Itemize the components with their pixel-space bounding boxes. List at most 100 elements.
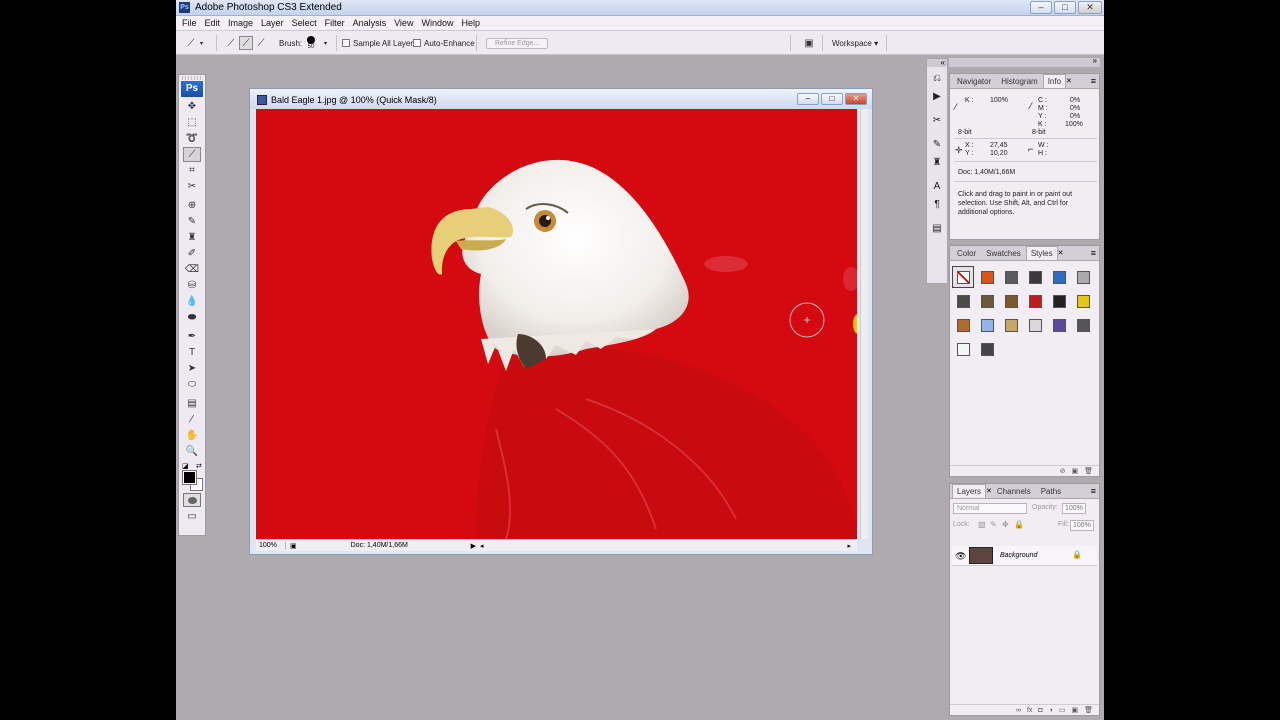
dock-header[interactable]: » [949,56,1100,67]
workspace-menu[interactable]: Workspace ▾ [832,39,878,48]
tab-paths[interactable]: Paths [1036,484,1066,498]
layer-visibility-eye-icon[interactable]: 👁 [955,551,966,562]
style-swatch[interactable] [1072,290,1094,312]
vertical-scrollbar[interactable] [860,109,868,539]
tool-preset-picker-icon[interactable]: ⟋ [184,36,198,50]
notes-tool-icon[interactable]: ▤ [183,396,201,411]
eraser-tool-icon[interactable]: ⌫ [183,262,201,277]
menu-file[interactable]: File [178,18,201,28]
brush-picker[interactable]: 50 [307,31,315,55]
lock-image-icon[interactable]: ✎ [990,520,997,529]
history-panel-icon[interactable]: ⎌ [929,71,945,85]
refine-edge-button[interactable]: Refine Edge... [486,37,549,49]
clone-source-panel-icon[interactable]: ♜ [929,155,945,169]
type-tool-icon[interactable]: T [183,345,201,360]
marquee-tool-icon[interactable]: ⬚ [183,115,201,130]
image-canvas[interactable] [256,109,857,539]
style-swatch[interactable] [976,266,998,288]
panel-menu-icon[interactable]: ≡ [1091,486,1096,496]
style-swatch[interactable] [1048,314,1070,336]
style-swatch[interactable] [1048,266,1070,288]
lasso-tool-icon[interactable]: ➰ [183,131,201,146]
style-swatch[interactable] [976,338,998,360]
brush-tool-icon[interactable]: ✎ [183,214,201,229]
style-swatch[interactable] [1072,266,1094,288]
paragraph-panel-icon[interactable]: ¶ [929,197,945,211]
path-selection-tool-icon[interactable]: ➤ [183,361,201,376]
swap-colors-icon[interactable]: ⇄ [196,462,202,470]
default-colors-icon[interactable]: ◪ [182,462,189,470]
brushes-panel-icon[interactable]: ✎ [929,137,945,151]
auto-enhance-checkbox[interactable] [413,39,421,47]
clear-style-icon[interactable]: ⊘ [1060,467,1066,475]
style-swatch[interactable] [1072,314,1094,336]
panel-menu-icon[interactable]: ≡ [1091,248,1096,258]
healing-brush-tool-icon[interactable]: ⊕ [183,198,201,213]
zoom-tool-icon[interactable]: 🔍 [183,444,201,459]
menu-help[interactable]: Help [457,18,484,28]
quick-mask-mode-icon[interactable] [183,493,201,507]
new-layer-icon[interactable]: ▣ [1071,706,1078,714]
link-layers-icon[interactable]: ∞ [1016,707,1021,714]
style-swatch[interactable] [1024,290,1046,312]
menu-view[interactable]: View [390,18,417,28]
style-swatch[interactable] [952,338,974,360]
add-to-selection-icon[interactable]: ⟋ [239,36,253,50]
layer-mask-icon[interactable]: ◘ [1038,707,1042,714]
style-swatch[interactable] [976,290,998,312]
style-swatch[interactable] [952,266,974,288]
doc-close-button[interactable]: ✕ [845,93,867,105]
close-button[interactable]: ✕ [1078,1,1102,14]
tab-channels[interactable]: Channels [992,484,1036,498]
paint-bucket-tool-icon[interactable]: ⛁ [183,278,201,293]
style-swatch[interactable] [1000,314,1022,336]
new-selection-icon[interactable]: ⟋ [224,36,238,50]
eyedropper-tool-icon[interactable]: ⁄ [183,412,201,427]
new-style-icon[interactable]: ▣ [1071,467,1078,475]
lock-position-icon[interactable]: ✥ [1002,520,1009,529]
palette-well-icon[interactable]: ▣ [802,36,816,50]
style-swatch[interactable] [952,314,974,336]
status-preview-icon[interactable]: ▣ [286,542,301,550]
delete-layer-icon[interactable]: 🗑 [1084,706,1093,714]
clone-stamp-tool-icon[interactable]: ♜ [183,230,201,245]
move-tool-icon[interactable]: ✥ [183,99,201,114]
ps-logo[interactable]: Ps [181,81,203,97]
history-brush-tool-icon[interactable]: ✐ [183,246,201,261]
dodge-tool-icon[interactable]: ⬬ [183,310,201,325]
tab-layers[interactable]: Layers [952,484,987,498]
scroll-right-icon[interactable]: ▸ [847,542,851,550]
maximize-button[interactable]: □ [1054,1,1076,14]
style-swatch[interactable] [1048,290,1070,312]
tab-info[interactable]: Info [1042,74,1067,88]
tab-histogram[interactable]: Histogram [996,74,1042,88]
tool-preset-dropdown-icon[interactable]: ▾ [200,40,203,47]
quick-selection-tool-icon[interactable]: ⟋ [183,147,201,162]
status-menu-arrow-icon[interactable]: ▶ [471,542,476,550]
scroll-left-icon[interactable]: ◂ [480,542,484,550]
eyedropper-icon[interactable]: ⁄ [955,102,957,112]
pen-tool-icon[interactable]: ✒ [183,329,201,344]
menu-layer[interactable]: Layer [257,18,288,28]
fill-field[interactable]: 100% [1070,520,1094,531]
tab-swatches[interactable]: Swatches [981,246,1026,260]
tab-styles[interactable]: Styles [1025,246,1058,260]
close-tab-icon[interactable]: ✕ [1066,77,1072,85]
subtract-selection-icon[interactable]: ⟋ [254,36,268,50]
doc-maximize-button[interactable]: □ [821,93,843,105]
lock-all-icon[interactable]: 🔒 [1014,520,1024,529]
style-swatch[interactable] [1000,290,1022,312]
lock-transparent-icon[interactable]: ▨ [978,520,986,529]
menu-edit[interactable]: Edit [201,18,225,28]
foreground-color-swatch[interactable] [182,470,197,485]
layer-comps-panel-icon[interactable]: ▤ [929,221,945,235]
shape-tool-icon[interactable]: ⬭ [183,377,201,392]
blur-tool-icon[interactable]: 💧 [183,294,201,309]
layer-row-background[interactable]: 👁 Background 🔒 [952,546,1097,566]
delete-style-icon[interactable]: 🗑 [1084,467,1093,475]
collapse-arrows-icon[interactable]: « [927,59,947,67]
tab-color[interactable]: Color [952,246,981,260]
panel-menu-icon[interactable]: ≡ [1091,76,1096,86]
style-swatch[interactable] [1000,266,1022,288]
menu-window[interactable]: Window [417,18,457,28]
